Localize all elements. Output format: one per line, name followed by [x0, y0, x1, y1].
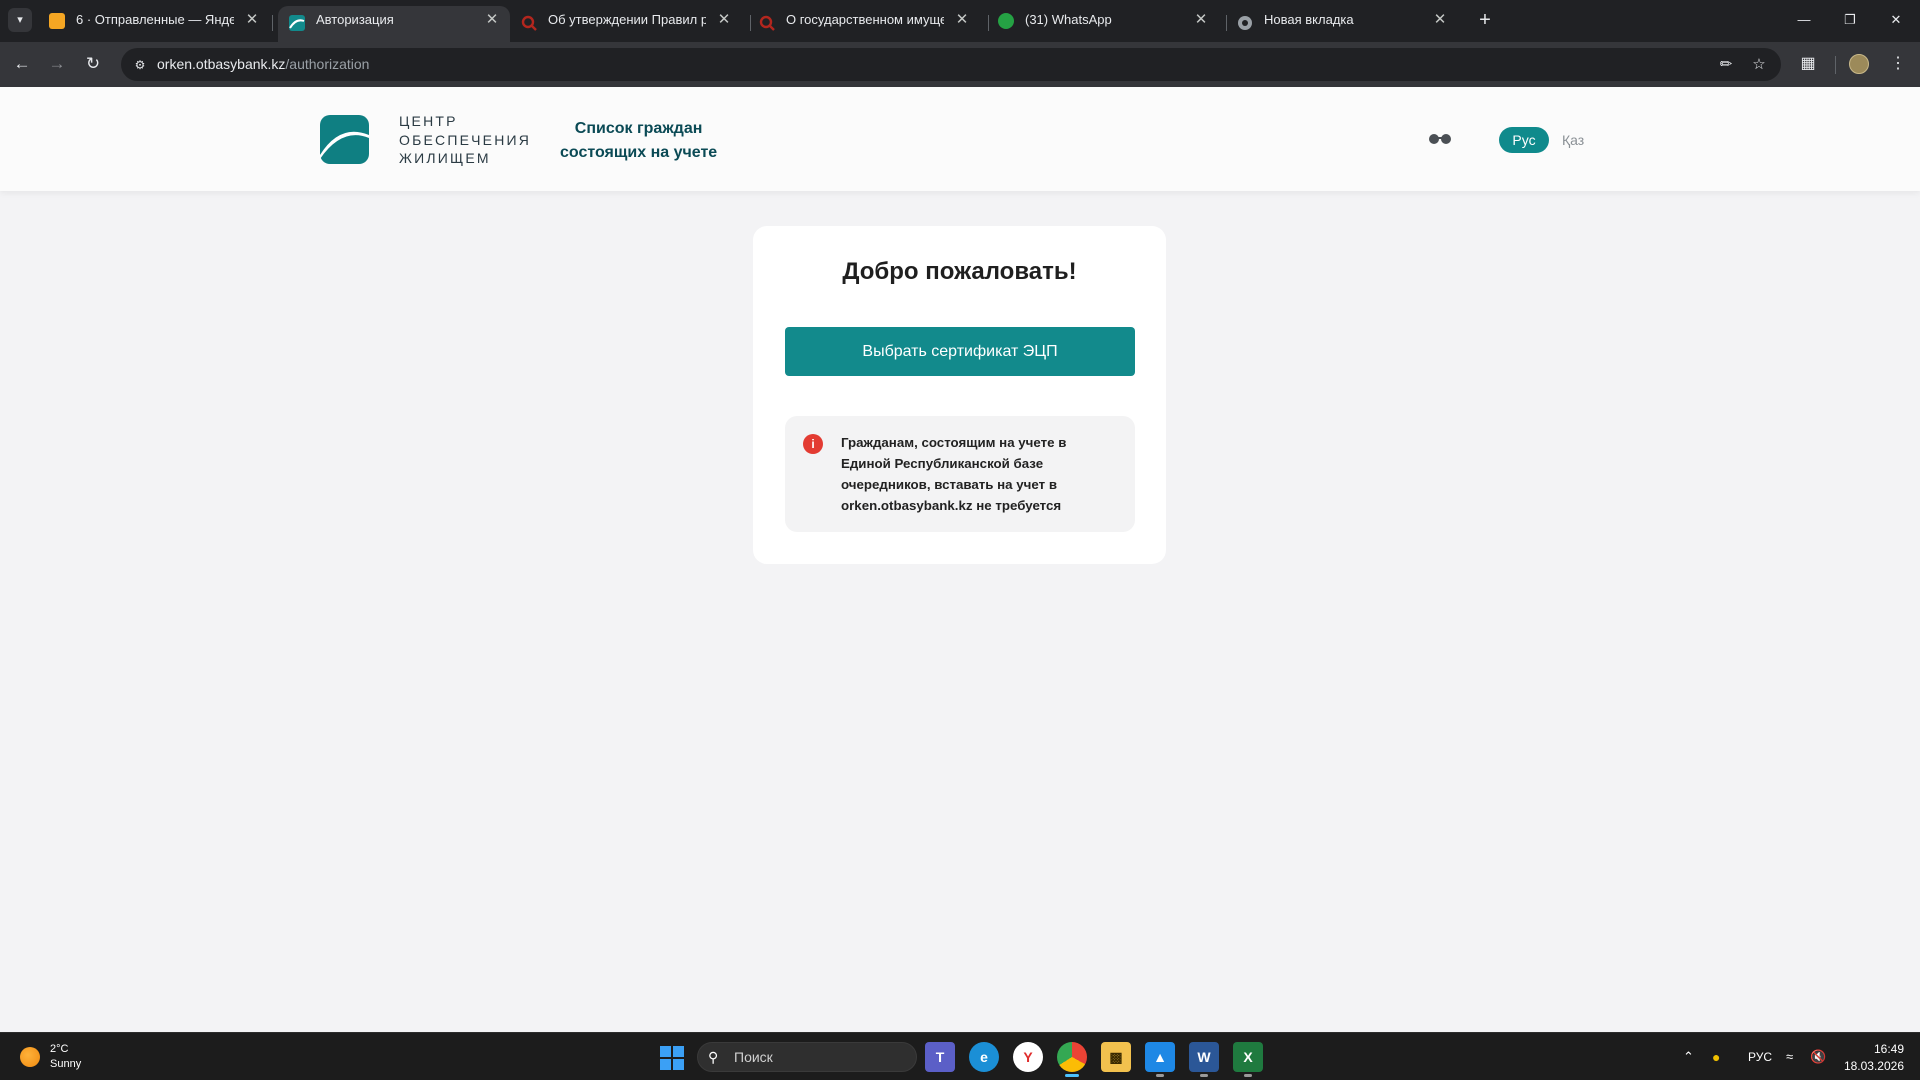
windows-start-icon[interactable]	[660, 1046, 684, 1070]
close-icon[interactable]: ✕	[1432, 6, 1448, 34]
extensions-icon[interactable]: ▦	[1794, 50, 1822, 78]
clock-time[interactable]: 16:49	[1870, 1042, 1904, 1056]
close-icon[interactable]: ✕	[716, 6, 732, 34]
tray-overflow-icon[interactable]: ⌃	[1683, 1033, 1694, 1080]
orken-logo-icon[interactable]	[320, 115, 369, 164]
language-kz-button[interactable]: Қаз	[1562, 127, 1592, 153]
chrome-icon[interactable]	[1057, 1042, 1087, 1077]
weather-description[interactable]: Sunny	[50, 1058, 81, 1070]
translate-icon[interactable]: ✏	[1714, 48, 1738, 81]
excel-icon[interactable]: X	[1233, 1042, 1263, 1077]
new-tab-button[interactable]: +	[1472, 8, 1498, 34]
info-notice: i Гражданам, состоящим на учете в Единой…	[785, 416, 1135, 532]
welcome-title: Добро пожаловать!	[842, 258, 1077, 285]
file-explorer-icon[interactable]: ▩	[1101, 1042, 1131, 1072]
logo-line: ОБЕСПЕЧЕНИЯ	[399, 131, 532, 148]
browser-menu-icon[interactable]: ⋮	[1884, 50, 1912, 78]
tab-new-tab[interactable]: Новая вкладка ✕	[1226, 6, 1458, 42]
tab-search-button[interactable]: ▾	[8, 8, 32, 32]
notice-text: Гражданам, состоящим на учете в Единой Р…	[841, 435, 1067, 513]
tab-title: О государственном имуществе	[786, 12, 944, 27]
site-info-icon[interactable]: ⚙	[129, 54, 151, 76]
yandex-browser-icon[interactable]: Y	[1013, 1042, 1043, 1072]
tab-title: Новая вкладка	[1264, 12, 1354, 27]
photos-icon[interactable]: ▲	[1145, 1042, 1175, 1077]
citizens-link-line: Список граждан	[574, 120, 703, 137]
tab-title: Авторизация	[316, 12, 394, 27]
bookmark-star-icon[interactable]: ☆	[1747, 48, 1771, 81]
tab-yandex-mail[interactable]: 6 · Отправленные — Яндекс Почта ✕	[38, 6, 270, 42]
tab-title: 6 · Отправленные — Яндекс Почта	[76, 12, 234, 27]
word-icon[interactable]: W	[1189, 1042, 1219, 1077]
close-icon[interactable]: ✕	[244, 6, 260, 34]
chrome-icon	[1237, 13, 1253, 30]
language-ru-button[interactable]: Рус	[1499, 127, 1549, 153]
tab-authorization[interactable]: Авторизация ✕	[278, 6, 510, 42]
close-icon[interactable]: ✕	[484, 6, 500, 34]
forward-button[interactable]: →	[43, 50, 71, 78]
logo-line: ЖИЛИЩЕМ	[399, 150, 491, 166]
adilet-icon	[759, 13, 775, 31]
restore-window-button[interactable]: ❐	[1827, 0, 1873, 40]
browser-tab-strip: ▾ 6 · Отправленные — Яндекс Почта ✕ Авто…	[0, 0, 1920, 42]
adilet-icon	[521, 13, 537, 31]
orken-logo-icon	[289, 13, 305, 31]
tab-title: (31) WhatsApp	[1025, 12, 1112, 27]
teams-icon[interactable]: T	[925, 1042, 955, 1072]
clock-date[interactable]: 18.03.2026	[1842, 1059, 1904, 1073]
browser-toolbar: ← → ↻ ⚙ orken.otbasybank.kz/authorizatio…	[0, 42, 1920, 87]
wifi-icon[interactable]: ≈	[1786, 1033, 1793, 1080]
tab-adilet-property[interactable]: О государственном имуществе ✕	[748, 6, 980, 42]
edge-icon[interactable]: e	[969, 1042, 999, 1072]
tab-separator	[272, 15, 273, 31]
select-certificate-button[interactable]: Выбрать сертификат ЭЦП	[785, 327, 1135, 376]
volume-muted-icon[interactable]: 🔇	[1810, 1033, 1826, 1080]
whatsapp-icon	[998, 13, 1014, 29]
logo-line: ЦЕНТР	[399, 113, 458, 129]
weather-sun-icon[interactable]	[20, 1047, 40, 1067]
taskbar-search-box[interactable]: ⚲ Поиск	[697, 1042, 917, 1072]
tab-whatsapp[interactable]: (31) WhatsApp ✕	[987, 6, 1219, 42]
tab-title: Об утверждении Правил размещения	[548, 12, 706, 27]
url-text[interactable]: orken.otbasybank.kz/authorization	[157, 48, 369, 81]
search-icon: ⚲	[708, 1049, 719, 1065]
close-icon[interactable]: ✕	[954, 6, 970, 34]
close-window-button[interactable]: ✕	[1873, 0, 1919, 40]
reload-button[interactable]: ↻	[79, 50, 107, 78]
logo-wordmark[interactable]: ЦЕНТР ОБЕСПЕЧЕНИЯ ЖИЛИЩЕМ	[399, 112, 531, 168]
minimize-window-button[interactable]: —	[1781, 0, 1827, 40]
url-host: orken.otbasybank.kz	[157, 56, 286, 72]
tab-adilet-rules[interactable]: Об утверждении Правил размещения ✕	[510, 6, 742, 42]
back-button[interactable]: ←	[8, 50, 36, 78]
profile-avatar[interactable]	[1849, 54, 1869, 74]
tray-app-icon[interactable]: ●	[1712, 1033, 1720, 1080]
windows-taskbar: 2°C Sunny ⚲ Поиск T e Y ▩ ▲ W X ⌃ ● РУС …	[0, 1032, 1920, 1080]
close-icon[interactable]: ✕	[1193, 6, 1209, 34]
toolbar-divider	[1835, 56, 1836, 74]
login-card: Добро пожаловать! Выбрать сертификат ЭЦП…	[753, 226, 1166, 564]
yandex-mail-icon	[49, 13, 65, 29]
citizens-link-line: состоящих на учете	[560, 144, 718, 161]
low-vision-glasses-icon[interactable]	[1428, 131, 1452, 145]
site-header: ЦЕНТР ОБЕСПЕЧЕНИЯ ЖИЛИЩЕМ Список граждан…	[0, 87, 1920, 191]
address-bar[interactable]: ⚙ orken.otbasybank.kz/authorization ✏ ☆	[121, 48, 1781, 81]
input-language-indicator[interactable]: РУС	[1748, 1033, 1772, 1080]
info-alert-icon: i	[803, 434, 823, 454]
search-placeholder: Поиск	[734, 1049, 773, 1065]
url-path: /authorization	[285, 56, 370, 72]
citizens-list-link[interactable]: Список граждан состоящих на учете	[560, 117, 717, 165]
weather-temperature[interactable]: 2°C	[50, 1043, 68, 1055]
